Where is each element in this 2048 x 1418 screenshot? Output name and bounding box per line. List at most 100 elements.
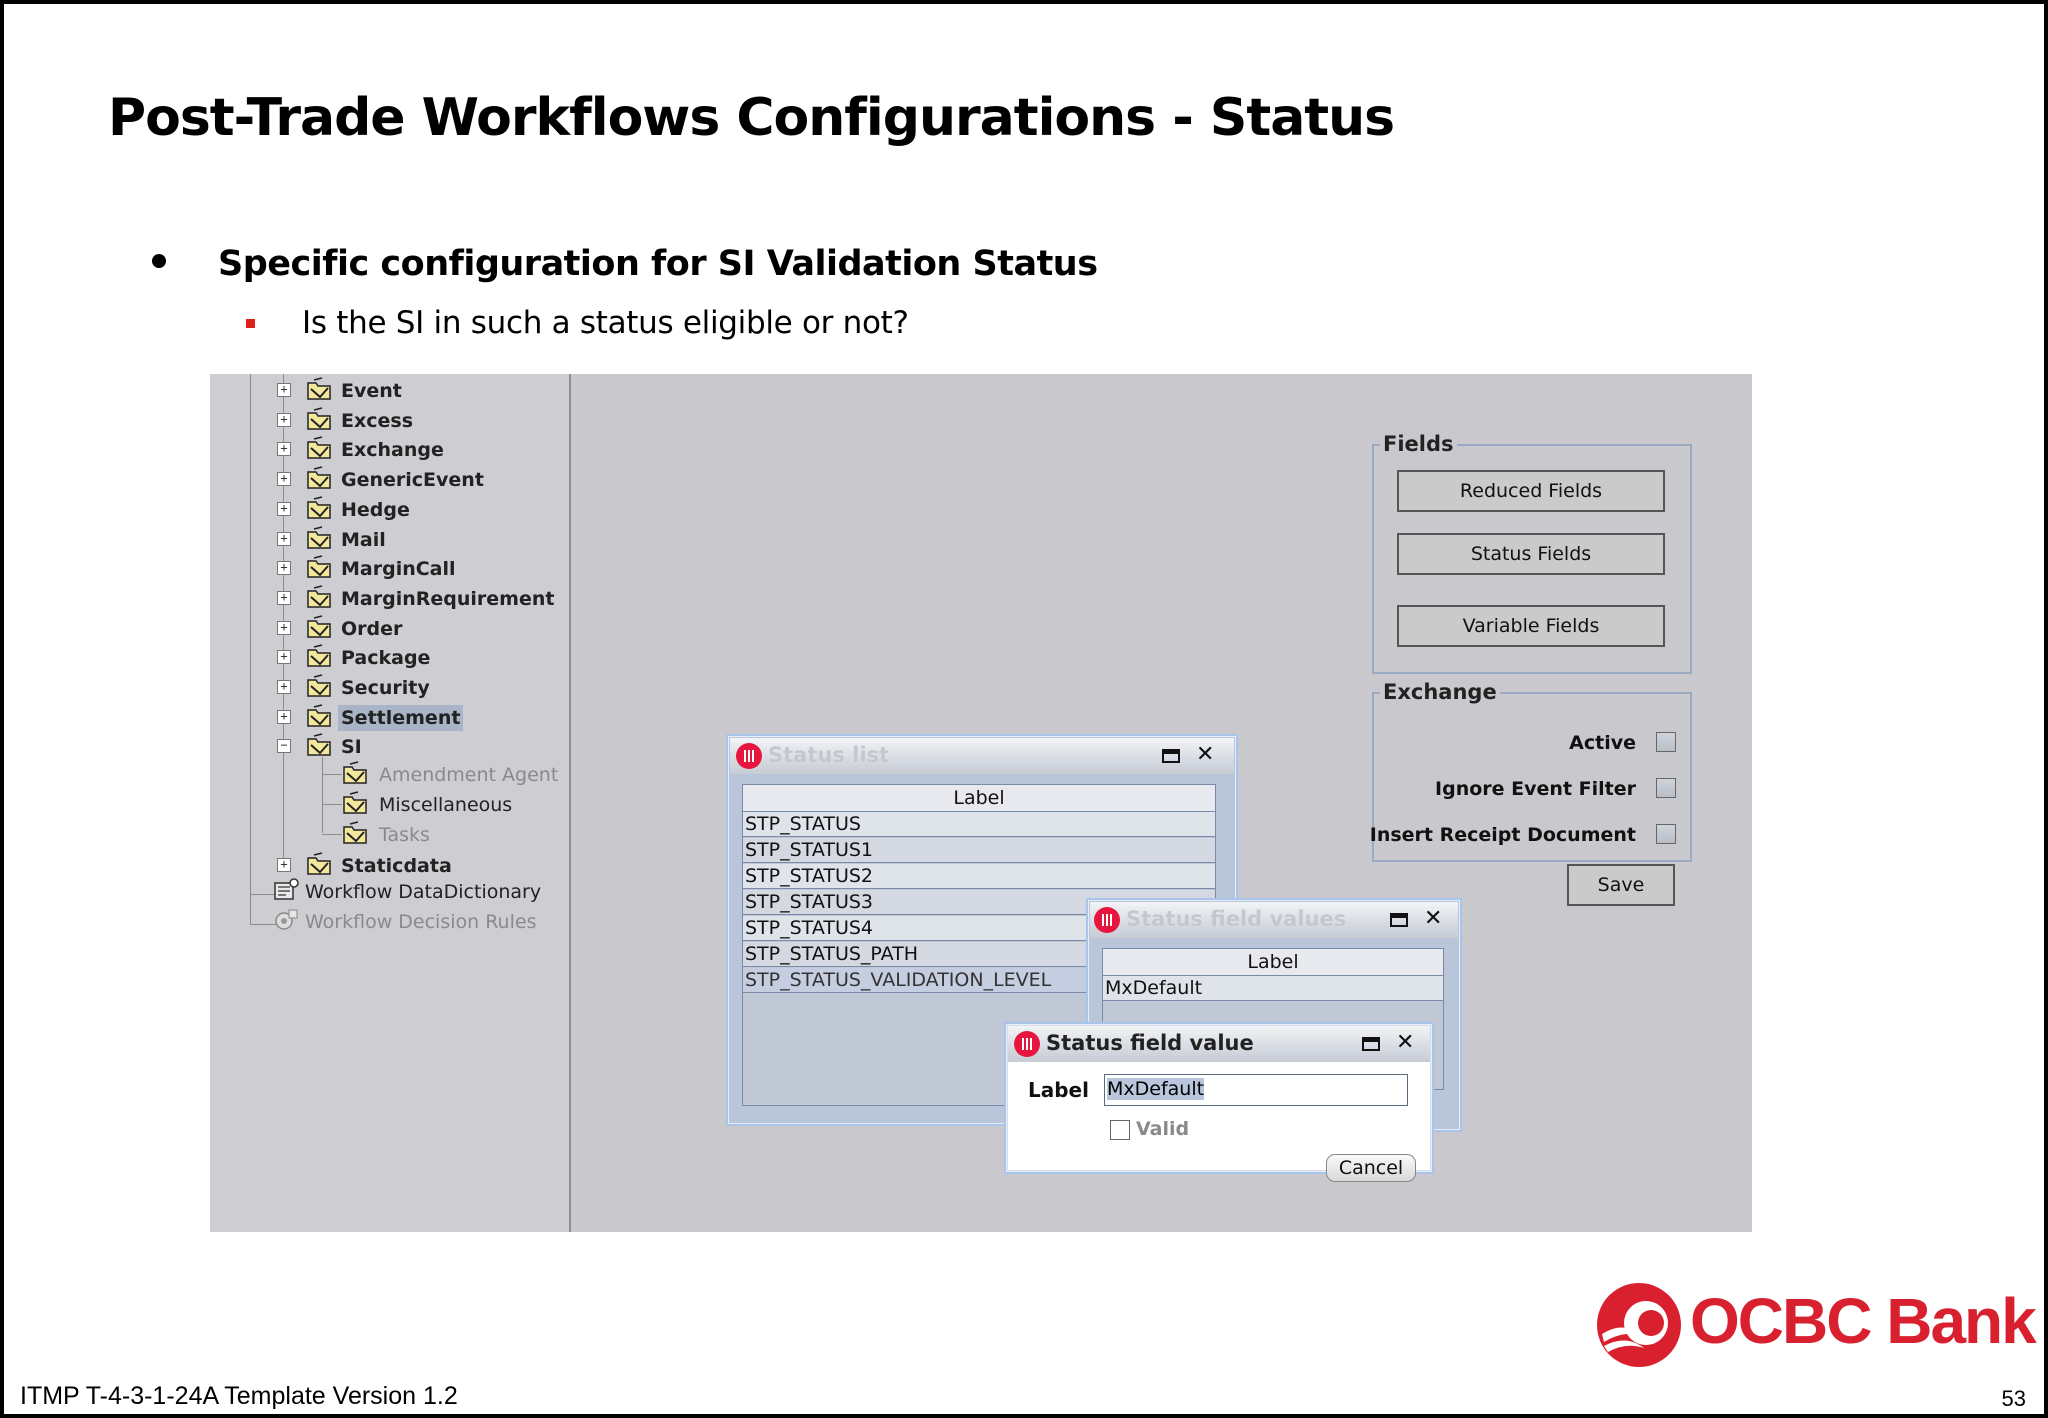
exchange-group-title: Exchange xyxy=(1380,680,1500,704)
valid-label: Valid xyxy=(1136,1118,1190,1140)
workflow-tree-panel: + Event + Excess + Exchange + GenericEvent + Hedg… xyxy=(210,374,571,1232)
status-field-values-column-header[interactable]: Label xyxy=(1103,949,1443,976)
tree-connector-line xyxy=(322,757,323,833)
close-icon[interactable]: ✕ xyxy=(1396,1031,1414,1055)
expand-toggle-icon[interactable]: + xyxy=(277,561,291,575)
cancel-button[interactable]: Cancel xyxy=(1326,1154,1416,1182)
expand-toggle-icon[interactable]: + xyxy=(277,532,291,546)
close-icon[interactable]: ✕ xyxy=(1196,743,1214,767)
murex-app-icon xyxy=(736,743,762,769)
workflow-folder-icon xyxy=(306,585,334,609)
bullet-dot xyxy=(152,254,166,268)
expand-toggle-icon[interactable]: + xyxy=(277,502,291,516)
workflow-folder-icon xyxy=(306,496,334,520)
variable-fields-button[interactable]: Variable Fields xyxy=(1397,605,1665,647)
expand-toggle-icon[interactable]: + xyxy=(277,680,291,694)
list-item[interactable]: STP_STATUS2 xyxy=(743,864,1215,889)
expand-toggle-icon[interactable]: + xyxy=(277,591,291,605)
status-field-value-titlebar[interactable]: Status field value ✕ xyxy=(1008,1026,1430,1062)
workflow-folder-icon xyxy=(306,644,334,668)
bullet-main: Specific configuration for SI Validation… xyxy=(218,244,1098,284)
ocbc-logo-text: OCBC Bank xyxy=(1690,1285,2037,1357)
tree-item-settlement[interactable]: Settlement xyxy=(338,705,464,731)
expand-toggle-icon[interactable]: + xyxy=(277,621,291,635)
expand-toggle-icon[interactable]: + xyxy=(277,413,291,427)
workflow-folder-icon xyxy=(306,466,334,490)
tree-item-staticdata[interactable]: Staticdata xyxy=(338,853,455,879)
tree-item-mail[interactable]: Mail xyxy=(338,527,389,553)
bullet-sub: Is the SI in such a status eligible or n… xyxy=(302,305,909,341)
ocbc-logo: OCBC Bank xyxy=(1594,1280,2037,1370)
expand-toggle-icon[interactable]: + xyxy=(277,383,291,397)
workflow-folder-icon xyxy=(306,852,334,876)
tree-item-order[interactable]: Order xyxy=(338,616,405,642)
tree-item-exchange[interactable]: Exchange xyxy=(338,437,447,463)
tree-item-marginrequirement[interactable]: MarginRequirement xyxy=(338,586,557,612)
maximize-icon[interactable] xyxy=(1390,913,1408,927)
list-item[interactable]: STP_STATUS xyxy=(743,812,1215,837)
insert-receipt-document-checkbox[interactable] xyxy=(1656,824,1676,844)
collapse-toggle-icon[interactable]: − xyxy=(277,739,291,753)
tree-item-tasks[interactable]: Tasks xyxy=(376,822,433,848)
tree-item-security[interactable]: Security xyxy=(338,675,433,701)
tree-item-workflow-decision-rules[interactable]: Workflow Decision Rules xyxy=(302,909,539,935)
workflow-folder-icon xyxy=(306,407,334,431)
expand-toggle-icon[interactable]: + xyxy=(277,442,291,456)
active-label: Active xyxy=(1569,732,1636,754)
maximize-icon[interactable] xyxy=(1362,1037,1380,1051)
status-list-titlebar[interactable]: Status list ✕ xyxy=(730,738,1234,774)
workflow-folder-icon xyxy=(306,555,334,579)
status-field-values-titlebar[interactable]: Status field values ✕ xyxy=(1090,902,1458,938)
tree-item-hedge[interactable]: Hedge xyxy=(338,497,413,523)
expand-toggle-icon[interactable]: + xyxy=(277,472,291,486)
tree-item-margincall[interactable]: MarginCall xyxy=(338,556,459,582)
status-fields-button[interactable]: Status Fields xyxy=(1397,533,1665,575)
ocbc-emblem-icon xyxy=(1597,1283,1681,1367)
workflow-folder-icon xyxy=(306,615,334,639)
expand-toggle-icon[interactable]: + xyxy=(277,650,291,664)
list-item[interactable]: STP_STATUS1 xyxy=(743,838,1215,863)
tree-item-amendment-agent[interactable]: Amendment Agent xyxy=(376,762,561,788)
list-item[interactable]: MxDefault xyxy=(1103,976,1443,1001)
valid-checkbox[interactable] xyxy=(1110,1120,1130,1140)
save-button[interactable]: Save xyxy=(1567,864,1675,906)
insert-receipt-document-label: Insert Receipt Document xyxy=(1369,824,1636,846)
tree-item-workflow-datadictionary[interactable]: Workflow DataDictionary xyxy=(302,879,544,905)
decision-rules-icon xyxy=(272,907,300,931)
tree-item-excess[interactable]: Excess xyxy=(338,408,416,434)
workflow-folder-icon xyxy=(342,761,370,785)
status-list-column-header[interactable]: Label xyxy=(743,785,1215,812)
status-list-title: Status list xyxy=(768,743,890,767)
fields-group-title: Fields xyxy=(1380,432,1457,456)
data-dictionary-icon xyxy=(272,877,300,901)
expand-toggle-icon[interactable]: + xyxy=(277,710,291,724)
workflow-config-window: + Event + Excess + Exchange + GenericEvent + Hedg… xyxy=(210,374,1752,1232)
close-icon[interactable]: ✕ xyxy=(1424,907,1442,931)
sub-bullet-marker xyxy=(246,319,255,328)
tree-connector-line xyxy=(322,804,342,805)
reduced-fields-button[interactable]: Reduced Fields xyxy=(1397,470,1665,512)
maximize-icon[interactable] xyxy=(1162,749,1180,763)
murex-app-icon xyxy=(1094,907,1120,933)
expand-toggle-icon[interactable]: + xyxy=(277,858,291,872)
tree-item-event[interactable]: Event xyxy=(338,378,405,404)
label-caption: Label xyxy=(1028,1078,1089,1102)
tree-item-package[interactable]: Package xyxy=(338,645,433,671)
workflow-folder-icon xyxy=(306,674,334,698)
page-number: 53 xyxy=(2001,1386,2026,1411)
workflow-folder-icon xyxy=(306,526,334,550)
tree-connector-line xyxy=(250,374,251,924)
status-field-values-title: Status field values xyxy=(1126,907,1347,931)
status-field-value-title: Status field value xyxy=(1046,1031,1254,1055)
slide-title: Post-Trade Workflows Configurations - St… xyxy=(108,88,1395,148)
tree-item-genericevent[interactable]: GenericEvent xyxy=(338,467,487,493)
ignore-event-filter-checkbox[interactable] xyxy=(1656,778,1676,798)
tree-item-miscellaneous[interactable]: Miscellaneous xyxy=(376,792,515,818)
tree-connector-line xyxy=(322,774,342,775)
label-input[interactable]: MxDefault xyxy=(1104,1074,1408,1106)
workflow-folder-icon xyxy=(306,733,334,757)
label-input-value: MxDefault xyxy=(1107,1078,1205,1100)
active-checkbox[interactable] xyxy=(1656,732,1676,752)
workflow-folder-icon xyxy=(306,436,334,460)
tree-item-si[interactable]: SI xyxy=(338,734,365,760)
